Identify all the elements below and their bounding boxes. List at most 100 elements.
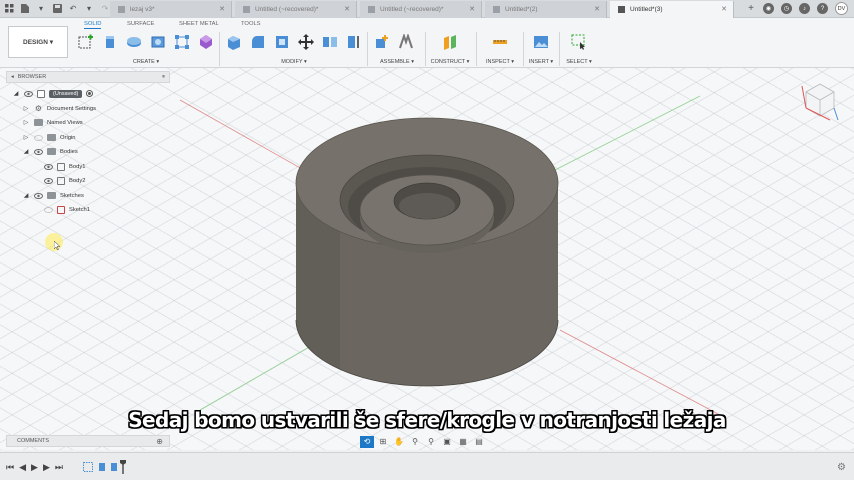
tab-document[interactable]: Untitled (~recovered)* ✕	[235, 1, 357, 18]
tree-item[interactable]: ▷ Origin	[22, 131, 75, 144]
go-to-start-icon[interactable]: ⏮	[6, 462, 14, 473]
browser-header[interactable]: ◂ BROWSER ⏸	[6, 71, 170, 83]
construct-menu[interactable]: CONSTRUCT ▾	[428, 59, 472, 65]
pattern-icon[interactable]	[172, 32, 192, 52]
viewports-icon[interactable]: ▤	[472, 436, 486, 448]
eye-hidden-icon[interactable]	[44, 205, 53, 214]
inspect-menu[interactable]: INSPECT ▾	[480, 59, 520, 65]
comments-panel[interactable]: COMMENTS ⊕	[6, 435, 170, 447]
tree-item[interactable]: ▷ ⚙ Document Settings	[22, 102, 96, 115]
close-icon[interactable]: ✕	[219, 5, 225, 13]
eye-icon[interactable]	[44, 176, 53, 185]
gear-icon[interactable]: ⚙	[837, 462, 846, 473]
expand-down-icon[interactable]: ◢	[22, 148, 30, 155]
tab-document-active[interactable]: Untitled*(3) ✕	[610, 1, 734, 18]
pan-icon[interactable]: ✋	[392, 436, 406, 448]
orbit-icon[interactable]: ⟲	[360, 435, 374, 448]
fillet-icon[interactable]	[248, 32, 268, 52]
close-icon[interactable]: ✕	[721, 5, 727, 13]
assemble-menu[interactable]: ASSEMBLE ▾	[372, 59, 422, 65]
tree-item[interactable]: ◢ Sketches	[22, 189, 84, 202]
add-tab-icon[interactable]: +	[746, 3, 756, 14]
chevron-down-icon[interactable]: ▾	[36, 3, 46, 13]
tab-tools[interactable]: TOOLS	[241, 21, 261, 27]
eye-hidden-icon[interactable]	[34, 133, 43, 142]
timeline-extrude-icon[interactable]	[96, 461, 107, 472]
tree-root[interactable]: ◢ (Unsaved)	[12, 87, 94, 100]
undo-icon[interactable]: ↶	[68, 3, 78, 13]
tab-document[interactable]: Untitled (~recovered)* ✕	[360, 1, 482, 18]
tab-solid[interactable]: SOLID	[84, 21, 102, 29]
bell-icon[interactable]: ♪	[799, 3, 810, 14]
move-icon[interactable]	[296, 32, 316, 52]
display-settings-icon[interactable]: ▣	[440, 436, 454, 448]
eye-icon[interactable]	[44, 162, 53, 171]
revolve-icon[interactable]	[124, 32, 144, 52]
look-at-icon[interactable]: ⊞	[376, 436, 390, 448]
avatar[interactable]: DV	[835, 2, 848, 15]
step-back-icon[interactable]: ◀	[19, 462, 26, 473]
joint-icon[interactable]	[396, 32, 416, 52]
form-icon[interactable]	[196, 32, 216, 52]
close-icon[interactable]: ✕	[594, 5, 600, 13]
new-component-icon[interactable]	[372, 32, 392, 52]
tab-surface[interactable]: SURFACE	[127, 21, 154, 27]
grid-icon[interactable]	[4, 3, 14, 13]
close-icon[interactable]: ✕	[344, 5, 350, 13]
pin-icon[interactable]: ⏸	[162, 74, 165, 81]
tree-item[interactable]: Sketch1	[40, 203, 90, 216]
redo-icon[interactable]: ↷	[100, 3, 110, 13]
create-menu[interactable]: CREATE ▾	[76, 59, 216, 65]
chevron-down-icon[interactable]: ▾	[84, 3, 94, 13]
close-icon[interactable]: ✕	[469, 5, 475, 13]
timeline-marker-icon[interactable]	[117, 459, 128, 474]
expand-right-icon[interactable]: ▷	[22, 105, 30, 112]
insert-image-icon[interactable]	[531, 32, 551, 52]
tree-item[interactable]: Body1	[40, 160, 85, 173]
press-pull-icon[interactable]	[224, 32, 244, 52]
eye-icon[interactable]	[24, 89, 33, 98]
select-icon[interactable]	[569, 32, 589, 52]
modify-menu[interactable]: MODIFY ▾	[224, 59, 364, 65]
select-menu[interactable]: SELECT ▾	[562, 59, 596, 65]
tab-document[interactable]: lezaj v3* ✕	[110, 1, 232, 18]
offset-plane-icon[interactable]	[440, 32, 460, 52]
sweep-icon[interactable]	[148, 32, 168, 52]
extensions-icon[interactable]: ◉	[763, 3, 774, 14]
play-icon[interactable]: ▶	[31, 462, 38, 473]
align-icon[interactable]	[344, 32, 364, 52]
clock-icon[interactable]: ◷	[781, 3, 792, 14]
eye-icon[interactable]	[34, 191, 43, 200]
file-icon[interactable]	[20, 3, 30, 13]
step-forward-icon[interactable]: ▶	[43, 462, 50, 473]
timeline-sketch-icon[interactable]	[82, 461, 93, 472]
tab-sheet-metal[interactable]: SHEET METAL	[179, 21, 219, 27]
expand-right-icon[interactable]: ▷	[22, 134, 30, 141]
shell-icon[interactable]	[272, 32, 292, 52]
expand-down-icon[interactable]: ◢	[22, 192, 30, 199]
measure-icon[interactable]	[490, 32, 510, 52]
split-body-icon[interactable]	[320, 32, 340, 52]
insert-menu[interactable]: INSERT ▾	[526, 59, 556, 65]
tree-item[interactable]: ◢ Bodies	[22, 145, 78, 158]
grid-settings-icon[interactable]: ▦	[456, 436, 470, 448]
zoom-icon[interactable]: ⚲	[408, 436, 422, 448]
new-sketch-icon[interactable]	[76, 32, 96, 52]
tree-item[interactable]: ▷ Named Views	[22, 116, 83, 129]
add-comment-icon[interactable]: ⊕	[156, 437, 163, 446]
save-icon[interactable]	[52, 3, 62, 13]
document-icon	[37, 89, 45, 98]
fit-icon[interactable]: ⚲	[424, 436, 438, 448]
view-cube-icon[interactable]	[800, 80, 840, 122]
help-icon[interactable]: ?	[817, 3, 828, 14]
eye-icon[interactable]	[34, 147, 43, 156]
workspace-switcher-button[interactable]: DESIGN ▾	[8, 26, 68, 58]
expand-down-icon[interactable]: ◢	[12, 90, 20, 97]
tree-item[interactable]: Body2	[40, 174, 85, 187]
activate-radio-icon[interactable]	[86, 90, 94, 97]
tab-document[interactable]: Untitled*(2) ✕	[485, 1, 607, 18]
expand-right-icon[interactable]: ▷	[22, 119, 30, 126]
go-to-end-icon[interactable]: ⏭	[55, 462, 63, 473]
chevron-down-icon[interactable]: ◂	[11, 74, 14, 80]
extrude-icon[interactable]	[100, 32, 120, 52]
